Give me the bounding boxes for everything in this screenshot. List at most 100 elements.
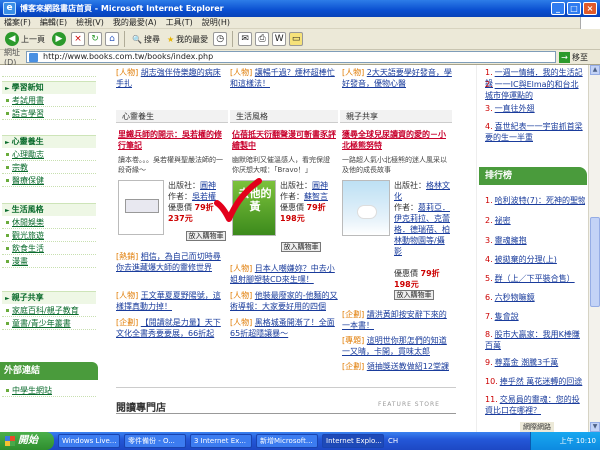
right-news-item[interactable]: 4. 喜世紀表一一宇宙抓首梁要的生一半重: [485, 121, 585, 143]
taskbar-item[interactable]: 新增Microsoft...: [256, 434, 318, 448]
book-title-link[interactable]: 獲尋全球兒尿讀資的愛的－小北極熊努特: [342, 129, 450, 151]
book-cover-image[interactable]: [342, 180, 390, 236]
stop-icon[interactable]: ×: [71, 32, 85, 46]
rank-item[interactable]: 9. 尊嘉金 潮騰3千萬: [485, 357, 585, 368]
menu-tools[interactable]: 工具(T): [166, 17, 193, 28]
section-divider: [116, 387, 456, 388]
rank-item[interactable]: 8. 股市大贏家：我用K棒賺百萬: [485, 329, 585, 351]
add-to-cart-button[interactable]: 放入購物車: [281, 242, 321, 252]
scroll-down-icon[interactable]: ▼: [590, 422, 600, 432]
back-button[interactable]: ◀ 上一頁: [3, 31, 47, 48]
sidebar-item-leisure[interactable]: 休閒娛樂: [2, 216, 96, 229]
top-link[interactable]: [人物] 讓暢千過？煙杯超棒忙和這樣法！: [230, 67, 338, 89]
promo-link[interactable]: [企劃] 領抽獎送教做紹12堂課: [342, 361, 454, 372]
sidebar-item-family-edu[interactable]: 家庭百科/親子教育: [2, 304, 96, 317]
rank-item[interactable]: 6. 六秒物嘛鏡: [485, 292, 585, 303]
top-link[interactable]: [人物] 2大天語要學好發音，學好發音，優物心醫: [342, 67, 454, 89]
promo-link[interactable]: [企劃] 【閱讀就是力量】天下文化全書秀要要展，66折起: [116, 317, 226, 339]
sidebar-item-exam-books[interactable]: 考試用書: [2, 94, 96, 107]
sidebar-item-food[interactable]: 飲食生活: [2, 242, 96, 255]
promo-link[interactable]: [人物] 王文華夏夏野陽號，這樣擇真動力掉！: [116, 290, 226, 312]
right-news-item[interactable]: 3. 一直往外翅: [485, 103, 585, 114]
menu-favorites[interactable]: 我的最愛(A): [113, 17, 157, 28]
go-button[interactable]: → 移至: [559, 51, 588, 63]
book-meta: 出版社：圓神 作者：蘇智言 優惠價 79折 198元: [280, 180, 336, 224]
taskbar-item[interactable]: Windows Live...: [58, 434, 120, 448]
rank-item[interactable]: 2. 祕密: [485, 215, 585, 226]
promo-link[interactable]: [人物] 日本人嘲嫌妳？中去小姐射腳塑裝CD來生嘿！: [230, 263, 338, 285]
book-title-link[interactable]: 佔蓓抵天衍翻聲漫可斬書豕評繪製中: [232, 129, 336, 151]
history-icon[interactable]: ◷: [213, 32, 228, 46]
scroll-up-icon[interactable]: ▲: [590, 65, 600, 75]
vertical-scrollbar[interactable]: ▲ ▼: [588, 65, 600, 432]
mail-icon[interactable]: ✉: [238, 32, 253, 46]
minimize-button[interactable]: _: [551, 2, 565, 15]
rank-item[interactable]: 5. 群（上／下平裝合售）: [485, 273, 585, 284]
right-news-item[interactable]: 2. 一一IC與Elma的和台北城市停運點的: [485, 79, 585, 101]
book-title-link[interactable]: 里鐵兵師的開示：吳若權的修行筆記: [118, 129, 226, 151]
forward-button[interactable]: ▶: [50, 31, 68, 48]
link-tag: [企劃]: [342, 362, 365, 371]
rank-text: 交易員的靈魂：您的投資比口在哪裡？: [485, 395, 580, 415]
external-links-header: 外部連結: [0, 362, 98, 380]
red-checkmark-annotation-icon: [214, 178, 262, 222]
search-button[interactable]: 🔍 搜尋: [130, 31, 162, 48]
book-cover-image[interactable]: [118, 180, 164, 235]
menu-view[interactable]: 檢視(V): [76, 17, 104, 28]
left-sidebar: 學習新知 考試用書 語言學習 心靈養生 心理勵志 宗教 醫療保健 生活風格 休閒…: [0, 65, 98, 432]
edit-icon[interactable]: W: [272, 32, 287, 46]
home-icon[interactable]: ⌂: [105, 32, 119, 46]
title-bar: e 博客來網路書店首頁 - Microsoft Internet Explore…: [0, 0, 600, 17]
add-to-cart-button[interactable]: 放入購物車: [394, 290, 434, 300]
folder-icon[interactable]: ▭: [289, 32, 304, 46]
print-icon[interactable]: ⎙: [255, 32, 270, 46]
sidebar-item-childrens-books[interactable]: 童書/青少年叢書: [2, 317, 96, 330]
author-link[interactable]: 蘇智言: [304, 192, 328, 201]
start-button[interactable]: 開始: [0, 432, 54, 450]
rank-item[interactable]: 10. 捧乎然 萬花迷轉的回途: [485, 376, 585, 387]
promo-link[interactable]: [企劃] 讀洪黃卸按安辭下來的一本書！: [342, 309, 454, 331]
promo-link[interactable]: [人物] 黑格城蚤開漸了！全面65折超隱讓暴～: [230, 317, 338, 339]
maximize-button[interactable]: □: [567, 2, 581, 15]
sidebar-item-health[interactable]: 醫療保健: [2, 174, 96, 187]
add-to-cart-button[interactable]: 放入購物車: [186, 231, 226, 241]
sidebar-item-highschool-site[interactable]: 中學生網站: [2, 384, 96, 397]
sidebar-item-comics[interactable]: 漫畫: [2, 255, 96, 268]
language-indicator[interactable]: CH: [388, 437, 398, 445]
publisher-link[interactable]: 圓神: [312, 181, 328, 190]
page-viewport: 學習新知 考試用書 語言學習 心靈養生 心理勵志 宗教 醫療保健 生活風格 休閒…: [0, 65, 588, 432]
rank-text: 捧乎然 萬花迷轉的回途: [499, 377, 583, 386]
menu-file[interactable]: 檔案(F): [4, 17, 31, 28]
taskbar-item[interactable]: 3 Internet Ex...: [190, 434, 252, 448]
search-label: 搜尋: [143, 34, 160, 44]
rank-text: 靈魂擁抱: [494, 236, 527, 245]
menu-help[interactable]: 說明(H): [202, 17, 230, 28]
sidebar-item-travel[interactable]: 觀光旅遊: [2, 229, 96, 242]
promo-link[interactable]: [人物] 他裝最廢家的-他麵的又術導報：大家要好用的四個: [230, 290, 338, 312]
discount-label: 優惠價: [168, 203, 192, 212]
promo-link[interactable]: [熱銷] 相信，為自己而切時尋你去進藏爆大師的靈修世界: [116, 251, 226, 273]
top-link[interactable]: [人物] 胡志強伴侍樂趣的病床手扎: [116, 67, 226, 89]
address-input[interactable]: http://www.books.com.tw/books/index.php: [26, 51, 556, 63]
rank-item[interactable]: 11. 交易員的靈魂：您的投資比口在哪裡？: [485, 394, 585, 416]
taskbar-item[interactable]: 零件備份 - O...: [124, 434, 186, 448]
rank-item[interactable]: 4. 被拋棄的分理(上): [485, 254, 585, 265]
sidebar-item-psychology[interactable]: 心理勵志: [2, 148, 96, 161]
sidebar-section-wellness: 心靈養生 心理勵志 宗教 醫療保健: [2, 135, 96, 187]
rank-item[interactable]: 3. 靈魂擁抱: [485, 235, 585, 246]
author-label: 作者: [168, 192, 184, 201]
favorites-button[interactable]: ★ 我的最愛: [165, 31, 210, 48]
close-button[interactable]: ×: [583, 2, 597, 15]
menu-edit[interactable]: 編輯(E): [40, 17, 67, 28]
windows-logo-icon: [580, 17, 600, 29]
rank-item[interactable]: 7. 隻會說: [485, 311, 585, 322]
rank-item[interactable]: 1. 哈利波特(7)：死神的聖物: [485, 195, 585, 206]
scroll-thumb[interactable]: [590, 217, 600, 307]
promo-link[interactable]: [專題] 這明世你那怎們的知道一又晴，卡開，貫味太郎: [342, 335, 454, 357]
rank-number: 7.: [485, 312, 493, 321]
refresh-icon[interactable]: ↻: [88, 32, 102, 46]
sidebar-item-language[interactable]: 語言學習: [2, 107, 96, 120]
sidebar-item-religion[interactable]: 宗教: [2, 161, 96, 174]
taskbar-item[interactable]: Internet Explo...: [322, 434, 384, 448]
rank-number: 1.: [485, 196, 493, 205]
